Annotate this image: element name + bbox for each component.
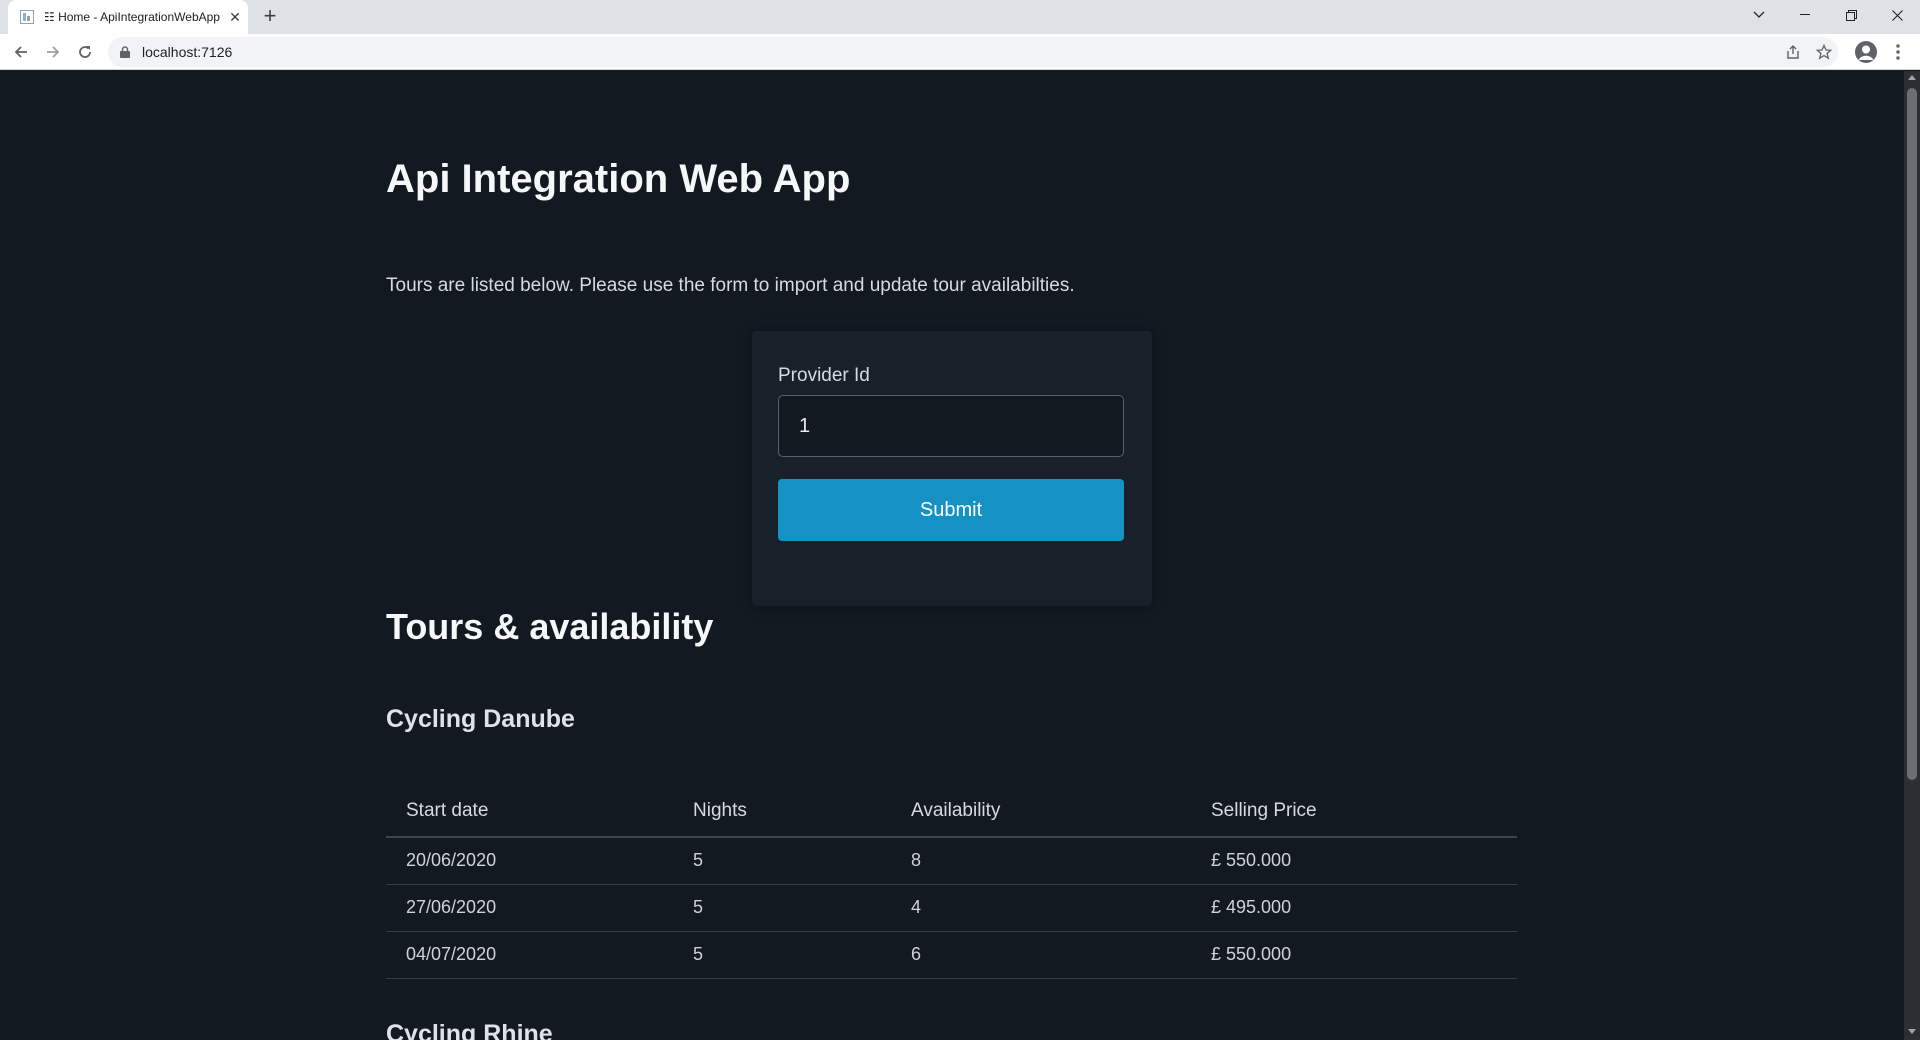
submit-button[interactable]: Submit — [778, 479, 1124, 541]
browser-tab-strip: ☷ Home - ApiIntegrationWebApp ✕ + — [0, 0, 1920, 34]
availability-cell: 4 — [891, 884, 1191, 932]
close-tab-icon[interactable]: ✕ — [226, 8, 244, 26]
restore-icon[interactable] — [1828, 0, 1874, 30]
table-row: 20/06/2020 5 8 £ 550.000 — [386, 837, 1517, 885]
intro-text: Tours are listed below. Please use the f… — [386, 275, 1075, 296]
table-row: 04/07/2020 5 6 £ 550.000 — [386, 931, 1517, 979]
scrollbar-thumb[interactable] — [1907, 88, 1917, 780]
tour-title: Cycling Danube — [386, 705, 575, 733]
forward-arrow-icon[interactable] — [41, 40, 65, 64]
start-date-cell: 20/06/2020 — [386, 837, 673, 885]
provider-id-input[interactable] — [778, 395, 1124, 457]
address-bar[interactable]: localhost:7126 — [108, 37, 1838, 67]
minimize-icon[interactable] — [1782, 0, 1828, 30]
table-header-row: Start date Nights Availability Selling P… — [386, 785, 1517, 838]
browser-tab[interactable]: ☷ Home - ApiIntegrationWebApp ✕ — [8, 0, 248, 34]
availability-cell: 6 — [891, 931, 1191, 979]
import-form-card: Provider Id Submit — [752, 331, 1152, 606]
back-arrow-icon[interactable] — [9, 40, 33, 64]
close-window-icon[interactable] — [1874, 0, 1920, 30]
lock-icon — [120, 46, 130, 58]
table-row: 27/06/2020 5 4 £ 495.000 — [386, 884, 1517, 932]
reload-icon[interactable] — [73, 40, 97, 64]
page-viewport: Api Integration Web App Tours are listed… — [0, 71, 1904, 1040]
start-date-cell: 27/06/2020 — [386, 884, 673, 932]
column-header-nights: Nights — [673, 785, 891, 838]
selling-price-cell: £ 550.000 — [1191, 931, 1517, 979]
scroll-up-arrow-icon[interactable] — [1908, 75, 1916, 80]
selling-price-cell: £ 550.000 — [1191, 837, 1517, 885]
new-tab-icon[interactable]: + — [258, 5, 282, 29]
nights-cell: 5 — [673, 884, 891, 932]
start-date-cell: 04/07/2020 — [386, 931, 673, 979]
page-favicon-icon — [20, 10, 34, 24]
bookmark-star-icon[interactable] — [1814, 42, 1834, 62]
availability-cell: 8 — [891, 837, 1191, 885]
share-icon[interactable] — [1783, 42, 1803, 62]
page-scrollbar[interactable] — [1904, 71, 1920, 1040]
tour-availability-table: Start date Nights Availability Selling P… — [386, 785, 1517, 979]
tab-title: ☷ Home - ApiIntegrationWebApp — [44, 10, 220, 24]
nights-cell: 5 — [673, 931, 891, 979]
column-header-selling-price: Selling Price — [1191, 785, 1517, 838]
browser-menu-icon[interactable] — [1888, 42, 1908, 62]
url-text: localhost:7126 — [142, 44, 233, 60]
tour-title: Cycling Rhine — [386, 1020, 553, 1040]
provider-id-label: Provider Id — [778, 365, 870, 386]
profile-avatar-icon[interactable] — [1855, 41, 1877, 63]
browser-toolbar: localhost:7126 — [0, 34, 1920, 70]
tours-section-title: Tours & availability — [386, 606, 714, 647]
page-title: Api Integration Web App — [386, 157, 851, 201]
column-header-availability: Availability — [891, 785, 1191, 838]
selling-price-cell: £ 495.000 — [1191, 884, 1517, 932]
tab-search-chevron-icon[interactable] — [1736, 0, 1782, 30]
column-header-start-date: Start date — [386, 785, 673, 838]
scroll-down-arrow-icon[interactable] — [1908, 1029, 1916, 1034]
nights-cell: 5 — [673, 837, 891, 885]
